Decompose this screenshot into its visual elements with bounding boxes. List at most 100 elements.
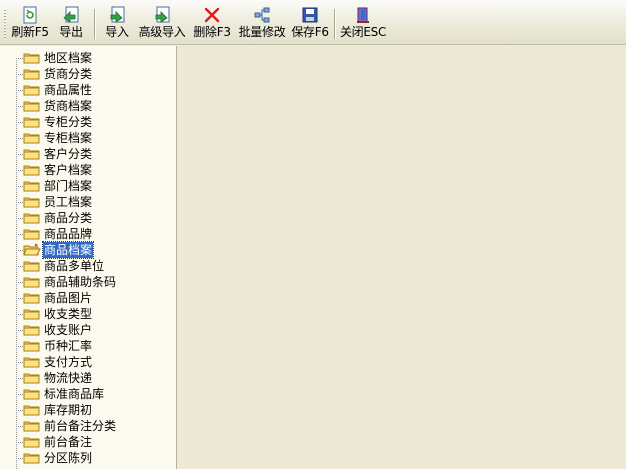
batch-edit-button[interactable]: 批量修改 xyxy=(236,6,288,42)
batch-edit-icon xyxy=(253,6,271,24)
tree-item[interactable]: 商品图片 xyxy=(0,290,176,306)
tree-connector xyxy=(16,122,23,123)
batch-edit-label: 批量修改 xyxy=(238,25,286,39)
tree-item[interactable]: 商品多单位 xyxy=(0,258,176,274)
tree-item[interactable]: 商品档案 xyxy=(0,241,176,259)
tree-item[interactable]: 客户档案 xyxy=(0,162,176,178)
tree-connector xyxy=(16,330,23,331)
tree-item-label: 商品档案 xyxy=(41,241,95,259)
tree-item-label: 收支类型 xyxy=(44,307,93,321)
archive-tree[interactable]: 地区档案货商分类商品属性货商档案专柜分类 专柜档案 客户分类客户档案部门档案员工档案… xyxy=(0,46,177,469)
advanced-import-label: 高级导入 xyxy=(138,25,186,39)
tree-item[interactable]: 货商档案 xyxy=(0,98,176,114)
tree-item[interactable]: 物流快递 xyxy=(0,370,176,386)
import-button[interactable]: 导入 xyxy=(100,6,134,42)
tree-item-label: 商品分类 xyxy=(44,211,93,225)
tree-item-label: 支付方式 xyxy=(44,355,93,369)
content-area xyxy=(177,46,626,469)
tree-connector xyxy=(16,106,23,107)
save-icon xyxy=(301,6,319,24)
tree-item[interactable]: 前台备注分类 xyxy=(0,418,176,434)
tree-item[interactable]: 收支账户 xyxy=(0,322,176,338)
tree-item-label: 地区档案 xyxy=(44,51,93,65)
tree-item-label: 库存期初 xyxy=(44,403,93,417)
tree-item[interactable]: 标准商品库 xyxy=(0,386,176,402)
tree-item-label: 员工档案 xyxy=(44,195,93,209)
tree-item[interactable]: 库存期初 xyxy=(0,402,176,418)
tree-connector xyxy=(16,138,23,139)
tree-item-label: 货商分类 xyxy=(44,67,93,81)
tree-item-label: 商品品牌 xyxy=(44,227,93,241)
save-label: 保存F6 xyxy=(291,25,329,39)
tree-item-label: 物流快递 xyxy=(44,371,93,385)
tree-item[interactable]: 客户分类 xyxy=(0,146,176,162)
tree-item[interactable]: 货商分类 xyxy=(0,66,176,82)
tree-connector xyxy=(16,170,23,171)
delete-label: 删除F3 xyxy=(193,25,231,39)
advanced-import-icon xyxy=(153,6,171,24)
tree-connector xyxy=(16,362,23,363)
import-icon xyxy=(108,6,126,24)
tree-item[interactable]: 前台备注 xyxy=(0,434,176,450)
tree-item[interactable]: 商品辅助条码 xyxy=(0,274,176,290)
tree-item-label: 商品辅助条码 xyxy=(44,275,117,289)
refresh-icon xyxy=(21,6,39,24)
tree-item-label: 前台备注 xyxy=(44,435,93,449)
tree-connector xyxy=(16,458,23,459)
tree-connector xyxy=(16,234,23,235)
tree-item[interactable]: 商品品牌 xyxy=(0,226,176,242)
tree-item-label: 部门档案 xyxy=(44,179,93,193)
tree-item[interactable]: 收支类型 xyxy=(0,306,176,322)
tree-connector xyxy=(16,410,23,411)
tree-item[interactable]: 商品属性 xyxy=(0,82,176,98)
refresh-button[interactable]: 刷新F5 xyxy=(10,6,50,42)
export-button[interactable]: 导出 xyxy=(54,6,88,42)
tree-item[interactable]: 部门档案 xyxy=(0,178,176,194)
tree-item-label: 标准商品库 xyxy=(44,387,105,401)
tree-connector xyxy=(16,266,23,267)
tree-connector xyxy=(16,218,23,219)
tree-connector xyxy=(16,90,23,91)
delete-button[interactable]: 删除F3 xyxy=(192,6,232,42)
tree-item[interactable]: 专柜分类 xyxy=(0,114,176,130)
tree-item-label: 货商档案 xyxy=(44,99,93,113)
tree-item-label: 商品属性 xyxy=(44,83,93,97)
tree-item-label: 前台备注分类 xyxy=(44,419,117,433)
tree-item[interactable]: 商品分类 xyxy=(0,210,176,226)
tree-connector xyxy=(16,314,23,315)
close-label: 关闭ESC xyxy=(339,25,387,39)
tree-item-label: 专柜分类 xyxy=(44,115,93,129)
delete-icon xyxy=(203,6,221,24)
tree-item-label: 收支账户 xyxy=(44,323,93,337)
tree-item[interactable]: 币种汇率 xyxy=(0,338,176,354)
tree-item[interactable]: 支付方式 xyxy=(0,354,176,370)
tree-item-label: 客户档案 xyxy=(44,163,93,177)
tree-item-label: 客户分类 xyxy=(44,147,93,161)
toolbar: 刷新F5 导出 导入 高级导入 删除F3 批量修改 保存F6 关闭ESC xyxy=(0,0,626,45)
toolbar-separator-2 xyxy=(334,9,335,39)
advanced-import-button[interactable]: 高级导入 xyxy=(136,6,188,42)
toolbar-grip[interactable] xyxy=(4,9,6,39)
refresh-label: 刷新F5 xyxy=(11,25,49,39)
tree-connector xyxy=(16,282,23,283)
tree-item[interactable]: 分区陈列 xyxy=(0,450,176,466)
tree-connector xyxy=(16,74,23,75)
tree-connector xyxy=(16,250,23,251)
tree-item[interactable]: 地区档案 xyxy=(0,50,176,66)
tree-connector xyxy=(16,346,23,347)
close-door-icon xyxy=(354,6,372,24)
tree-connector xyxy=(16,298,23,299)
save-button[interactable]: 保存F6 xyxy=(290,6,330,42)
tree-connector xyxy=(16,186,23,187)
import-label: 导入 xyxy=(105,25,129,39)
tree-connector xyxy=(16,58,23,59)
tree-item-label: 币种汇率 xyxy=(44,339,93,353)
tree-item[interactable]: 员工档案 xyxy=(0,194,176,210)
tree-connector xyxy=(16,202,23,203)
export-icon xyxy=(62,6,80,24)
tree-connector xyxy=(16,394,23,395)
folder-icon xyxy=(23,451,41,468)
tree-item[interactable]: 专柜档案 xyxy=(0,130,176,146)
tree-item-label: 商品图片 xyxy=(44,291,93,305)
close-button[interactable]: 关闭ESC xyxy=(340,6,386,42)
